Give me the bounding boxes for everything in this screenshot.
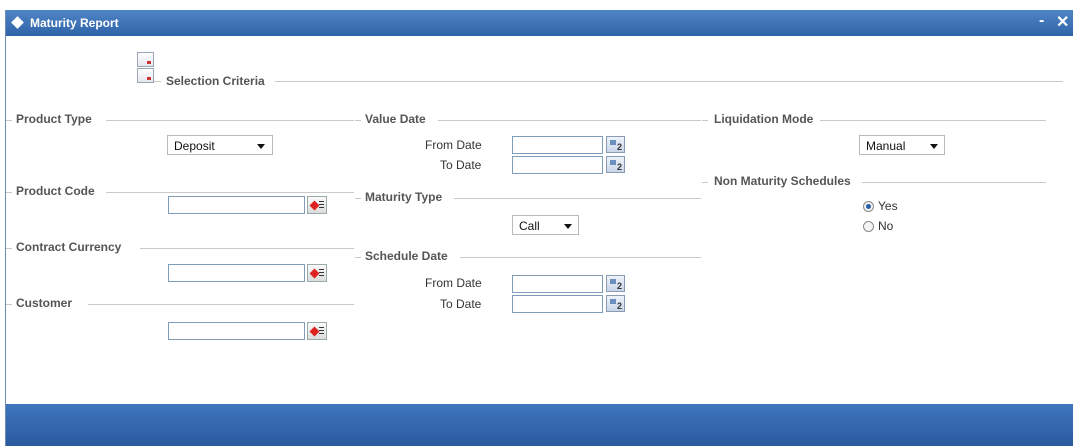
liquidation-mode-select[interactable]: Manual (859, 135, 945, 155)
schedule-to-date-input[interactable] (512, 295, 603, 313)
schedule-date-label: Schedule Date (365, 249, 448, 263)
product-code-label: Product Code (16, 184, 95, 198)
value-to-date-input[interactable] (512, 156, 603, 174)
divider (702, 120, 708, 121)
minimize-button[interactable]: - (1039, 12, 1044, 30)
value-from-date-input[interactable] (512, 136, 603, 154)
lov-search-icon[interactable] (307, 264, 327, 282)
lov-search-icon[interactable] (307, 322, 327, 340)
divider (88, 304, 354, 305)
divider (438, 120, 701, 121)
divider (460, 257, 701, 258)
divider (702, 182, 708, 183)
divider (6, 248, 12, 249)
divider (862, 182, 1046, 183)
selection-criteria-title: Selection Criteria (166, 74, 265, 88)
non-maturity-yes-label: Yes (878, 199, 898, 213)
divider (6, 304, 12, 305)
divider (6, 120, 12, 121)
divider (275, 81, 1063, 82)
non-maturity-no-radio[interactable] (863, 221, 874, 232)
divider (140, 248, 354, 249)
liquidation-mode-value: Manual (866, 139, 906, 153)
lov-search-icon[interactable] (307, 196, 327, 214)
top-caption-strip (0, 0, 1073, 10)
divider (355, 198, 361, 199)
chevron-down-icon (257, 144, 265, 149)
divider (454, 198, 701, 199)
divider (106, 120, 354, 121)
maturity-type-label: Maturity Type (365, 190, 443, 204)
calendar-icon[interactable]: 2 (606, 136, 625, 153)
contract-currency-input[interactable] (168, 264, 305, 282)
diamond-icon (11, 16, 24, 29)
divider (6, 192, 12, 193)
divider (820, 120, 1046, 121)
non-maturity-no-label: No (878, 219, 894, 233)
calendar-icon[interactable]: 2 (606, 295, 625, 312)
footer-bar (6, 404, 1073, 446)
schedule-to-date-label: To Date (440, 297, 482, 311)
product-type-select[interactable]: Deposit (167, 135, 273, 155)
expand-toggle-icon[interactable] (137, 68, 154, 83)
non-maturity-schedules-label: Non Maturity Schedules (714, 174, 851, 188)
close-button[interactable]: ✕ (1056, 12, 1069, 32)
maturity-report-window: Maturity Report - ✕ Selection Criteria P… (5, 10, 1073, 446)
divider (106, 192, 354, 193)
liquidation-mode-label: Liquidation Mode (714, 112, 814, 126)
product-type-label: Product Type (16, 112, 92, 126)
product-type-value: Deposit (174, 139, 215, 153)
customer-input[interactable] (168, 322, 305, 340)
collapse-toggle-icon[interactable] (137, 52, 154, 67)
customer-label: Customer (16, 296, 73, 310)
divider (154, 81, 161, 82)
contract-currency-label: Contract Currency (16, 240, 122, 254)
product-code-input[interactable] (168, 196, 305, 214)
schedule-from-date-label: From Date (425, 276, 482, 290)
non-maturity-yes-radio[interactable] (863, 201, 874, 212)
divider (355, 257, 361, 258)
maturity-type-select[interactable]: Call (512, 215, 579, 235)
calendar-icon[interactable]: 2 (606, 156, 625, 173)
value-to-date-label: To Date (440, 158, 482, 172)
value-date-label: Value Date (365, 112, 426, 126)
maturity-type-value: Call (519, 219, 540, 233)
divider (355, 120, 361, 121)
schedule-from-date-input[interactable] (512, 275, 603, 293)
chevron-down-icon (930, 144, 938, 149)
calendar-icon[interactable]: 2 (606, 275, 625, 292)
title-bar: Maturity Report - ✕ (6, 10, 1073, 36)
window-title: Maturity Report (30, 16, 119, 30)
chevron-down-icon (564, 224, 572, 229)
value-from-date-label: From Date (425, 138, 482, 152)
